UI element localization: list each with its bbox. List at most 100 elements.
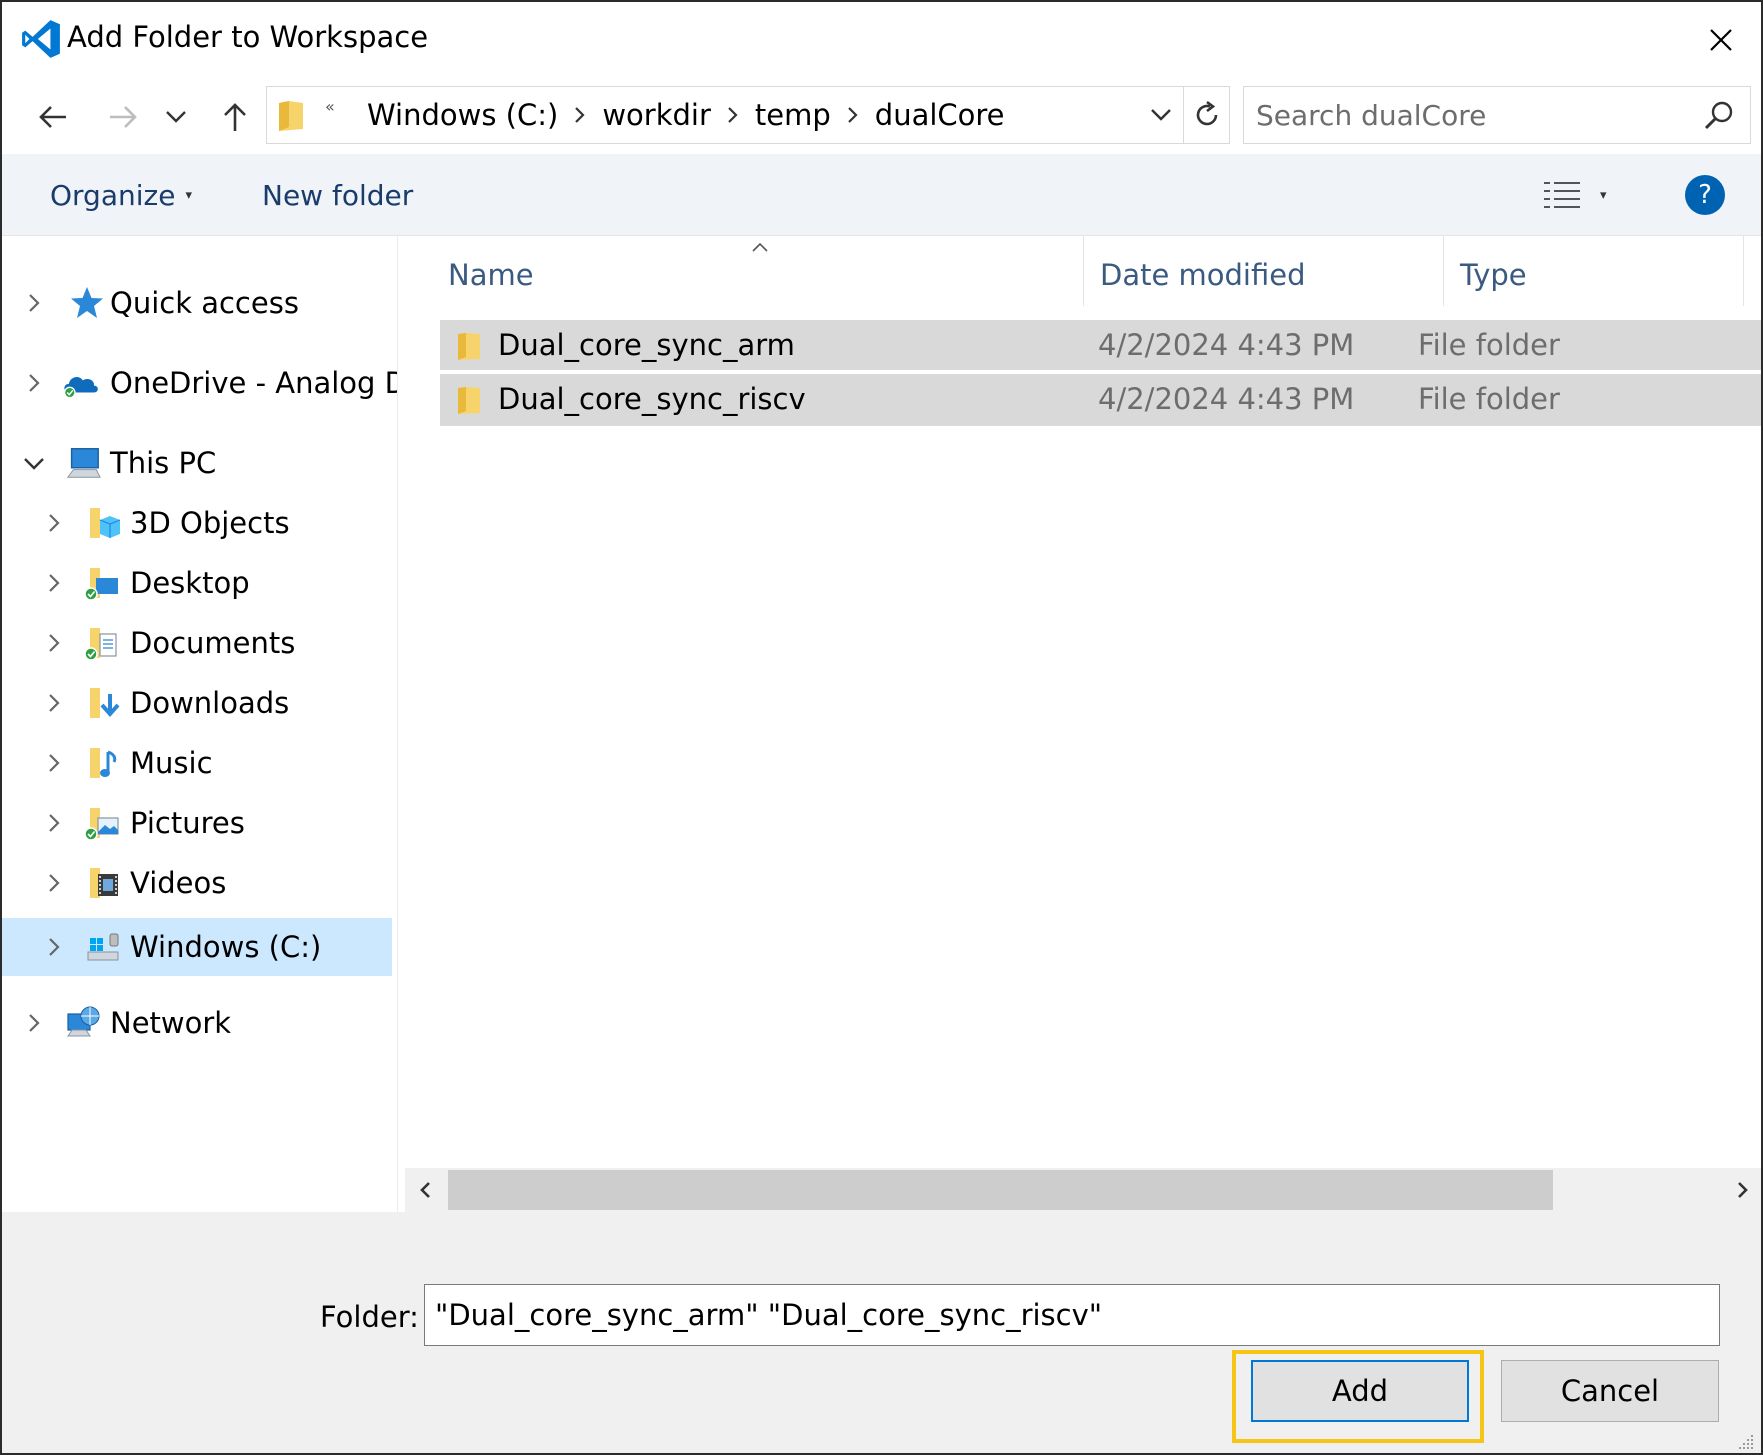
organize-button[interactable]: Organize ▾ [50, 154, 192, 236]
caret-down-icon: ▾ [1600, 187, 1607, 203]
chevron-left-icon [420, 1182, 430, 1198]
chevron-down-icon[interactable] [22, 451, 46, 475]
sidebar-item-label: OneDrive - Analog De [110, 366, 398, 400]
arrow-right-icon [110, 106, 137, 128]
star-icon [71, 287, 103, 318]
horizontal-scrollbar[interactable] [405, 1168, 1761, 1212]
sidebar-item-music[interactable]: Music [2, 734, 392, 792]
sidebar-item-windows-c[interactable]: Windows (C:) [2, 918, 392, 976]
sidebar-item-quick-access[interactable]: Quick access [2, 274, 392, 332]
column-divider[interactable] [1743, 236, 1744, 306]
close-icon[interactable] [1703, 22, 1739, 58]
chevron-right-icon[interactable] [22, 291, 46, 315]
onedrive-cloud-icon [63, 377, 98, 399]
breadcrumb-windows-c[interactable]: Windows (C:) [357, 98, 568, 132]
chevron-right-icon [1738, 1182, 1748, 1198]
sidebar-item-videos[interactable]: Videos [2, 854, 392, 912]
sidebar-item-desktop[interactable]: Desktop [2, 554, 392, 612]
column-header-date-modified[interactable]: Date modified [1100, 236, 1306, 314]
videos-folder-icon [90, 868, 118, 898]
search-box[interactable] [1243, 86, 1751, 144]
chevron-right-icon[interactable] [568, 105, 592, 125]
vscode-icon [22, 20, 60, 58]
breadcrumb-workdir[interactable]: workdir [592, 98, 721, 132]
new-folder-label: New folder [262, 178, 414, 212]
chevron-right-icon[interactable] [42, 691, 66, 715]
scroll-left-button[interactable] [405, 1168, 445, 1212]
chevron-down-icon [1151, 109, 1171, 121]
search-input[interactable] [1256, 95, 1686, 135]
add-button[interactable]: Add [1251, 1360, 1469, 1422]
forward-button[interactable] [98, 84, 148, 150]
back-button[interactable] [28, 84, 78, 150]
breadcrumb-overflow[interactable]: « [325, 97, 335, 116]
chevron-right-icon[interactable] [42, 631, 66, 655]
refresh-button[interactable] [1183, 87, 1229, 143]
chevron-right-icon[interactable] [42, 511, 66, 535]
sidebar-item-label: Music [130, 746, 213, 780]
cancel-button[interactable]: Cancel [1501, 1360, 1719, 1422]
sidebar-item-label: This PC [110, 446, 217, 480]
sidebar-item-network[interactable]: Network [2, 994, 392, 1052]
sidebar-item-this-pc[interactable]: This PC [2, 434, 392, 492]
breadcrumb: Windows (C:) workdir temp dualCore [357, 87, 1015, 143]
documents-folder-icon [84, 628, 117, 661]
scroll-right-button[interactable] [1723, 1168, 1761, 1212]
file-row[interactable]: Dual_core_sync_riscv 4/2/2024 4:43 PM Fi… [440, 374, 1761, 426]
file-row[interactable]: Dual_core_sync_arm 4/2/2024 4:43 PM File… [440, 320, 1761, 372]
resize-grip-icon[interactable] [1737, 1433, 1755, 1451]
breadcrumb-temp[interactable]: temp [745, 98, 841, 132]
sidebar-item-label: Pictures [130, 806, 245, 840]
chevron-right-icon[interactable] [42, 935, 66, 959]
file-name: Dual_core_sync_arm [498, 328, 795, 362]
new-folder-button[interactable]: New folder [262, 154, 413, 236]
column-divider[interactable] [1443, 236, 1444, 306]
scrollbar-thumb[interactable] [448, 1170, 1553, 1210]
add-folder-dialog: Add Folder to Workspace « Windows (C:) w… [0, 0, 1763, 1455]
column-divider[interactable] [1083, 236, 1084, 306]
view-options-button[interactable]: ▾ [1542, 176, 1622, 214]
folder-icon [279, 101, 303, 131]
folder-name-input[interactable] [424, 1284, 1720, 1346]
column-header-label: Type [1460, 258, 1527, 292]
downloads-folder-icon [90, 688, 120, 718]
sidebar-item-documents[interactable]: Documents [2, 614, 392, 672]
title-bar: Add Folder to Workspace [2, 2, 1761, 80]
desktop-folder-icon [84, 568, 118, 601]
sidebar-item-pictures[interactable]: Pictures [2, 794, 392, 852]
network-icon [67, 1006, 100, 1037]
column-header-type[interactable]: Type [1460, 236, 1527, 314]
chevron-right-icon[interactable] [42, 811, 66, 835]
column-header-name[interactable]: Name [448, 236, 534, 314]
computer-icon [66, 448, 101, 478]
file-date-modified: 4/2/2024 4:43 PM [1098, 382, 1355, 416]
chevron-right-icon[interactable] [22, 371, 46, 395]
dialog-title: Add Folder to Workspace [67, 20, 429, 54]
chevron-right-icon[interactable] [721, 105, 745, 125]
sidebar-item-onedrive[interactable]: OneDrive - Analog De [2, 354, 397, 412]
sidebar-item-label: 3D Objects [130, 506, 290, 540]
folder-icon [458, 387, 480, 414]
chevron-right-icon[interactable] [42, 871, 66, 895]
up-button[interactable] [210, 84, 260, 150]
sidebar-item-label: Videos [130, 866, 227, 900]
help-button[interactable]: ? [1685, 175, 1725, 215]
chevron-right-icon[interactable] [22, 1011, 46, 1035]
address-dropdown-button[interactable] [1141, 87, 1181, 143]
breadcrumb-dualcore[interactable]: dualCore [865, 98, 1015, 132]
pictures-folder-icon [84, 808, 119, 841]
file-date-modified: 4/2/2024 4:43 PM [1098, 328, 1355, 362]
chevron-right-icon[interactable] [42, 751, 66, 775]
sidebar-item-label: Desktop [130, 566, 250, 600]
chevron-right-icon[interactable] [42, 571, 66, 595]
dialog-footer: Folder: Add Cancel [2, 1212, 1761, 1453]
sidebar-item-3d-objects[interactable]: 3D Objects [2, 494, 392, 552]
search-icon[interactable] [1702, 99, 1736, 133]
recent-locations-button[interactable] [158, 84, 194, 150]
column-header-label: Name [448, 258, 534, 292]
sidebar-item-downloads[interactable]: Downloads [2, 674, 392, 732]
address-bar[interactable]: « Windows (C:) workdir temp dualCore [266, 86, 1230, 144]
file-name: Dual_core_sync_riscv [498, 382, 806, 416]
chevron-right-icon[interactable] [841, 105, 865, 125]
chevron-down-icon [166, 111, 186, 123]
